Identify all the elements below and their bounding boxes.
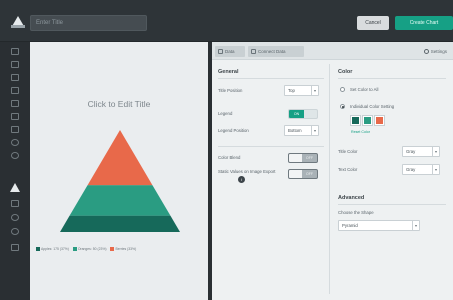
- line-chart-icon[interactable]: [11, 87, 19, 94]
- reset-color-link[interactable]: Reset Color: [351, 130, 370, 134]
- title-position-select[interactable]: Top ▾: [284, 85, 319, 96]
- color-divider: [338, 78, 446, 79]
- area-chart-icon[interactable]: [11, 100, 19, 107]
- chevron-down-icon: ▾: [311, 126, 318, 135]
- settings-panel: Data Connect Data Settings General Title…: [212, 42, 453, 300]
- legend-item: Berries (33%): [110, 247, 136, 251]
- top-bar: Enter Title Cancel Create Chart: [0, 0, 453, 42]
- pyramid-segment-oranges[interactable]: [69, 185, 171, 216]
- set-color-all-radio[interactable]: [340, 87, 345, 92]
- bubble-icon[interactable]: [11, 126, 19, 133]
- chevron-down-icon: ▾: [432, 165, 439, 174]
- chevron-down-icon: ▾: [432, 147, 439, 156]
- chart-type-rail: [0, 42, 30, 300]
- chart-canvas: Click to Edit Title Apples: 175 (37%) Or…: [30, 42, 208, 300]
- legend-item: Apples: 175 (37%): [36, 247, 69, 251]
- chart-title[interactable]: Click to Edit Title: [30, 99, 208, 109]
- legend-swatch: [36, 247, 40, 251]
- legend-label: Legend: [218, 111, 233, 116]
- data-icon: [218, 49, 223, 54]
- text-color-label: Text Color: [338, 167, 358, 172]
- title-color-label: Title Color: [338, 149, 358, 154]
- general-heading: General: [218, 69, 239, 75]
- text-color-select[interactable]: Gray ▾: [402, 164, 440, 175]
- individual-color-label: Individual Color Setting: [350, 104, 395, 109]
- cancel-button[interactable]: Cancel: [357, 16, 389, 30]
- shape-select[interactable]: Pyramid ▾: [338, 220, 420, 231]
- color-swatch-2[interactable]: [363, 116, 372, 125]
- legend-toggle[interactable]: ON: [288, 109, 318, 119]
- app-logo-icon: [11, 16, 25, 28]
- bar-chart-icon[interactable]: [11, 48, 19, 55]
- general-divider: [218, 78, 324, 79]
- legend-position-label: Legend Position: [218, 128, 249, 133]
- legend-swatch: [110, 247, 115, 251]
- chevron-down-icon: ▾: [311, 86, 318, 95]
- column-divider: [329, 64, 330, 294]
- create-chart-button[interactable]: Create Chart: [395, 16, 453, 30]
- donut-chart-icon[interactable]: [11, 152, 19, 159]
- column-chart-icon[interactable]: [11, 61, 19, 68]
- chevron-down-icon: ▾: [412, 221, 419, 230]
- advanced-divider: [338, 204, 446, 205]
- general-divider-2: [218, 146, 324, 147]
- color-swatch-3[interactable]: [375, 116, 384, 125]
- legend-swatch: [72, 247, 77, 251]
- shape-label: Choose the Shape: [338, 210, 374, 215]
- color-swatch-1[interactable]: [351, 116, 360, 125]
- pyramid-chart-icon[interactable]: [10, 183, 20, 192]
- color-blend-label: Color Blend: [218, 155, 241, 160]
- tab-connect-data[interactable]: Connect Data: [248, 46, 304, 57]
- set-color-all-label: Set Color to All: [350, 87, 379, 92]
- legend-position-select[interactable]: Bottom ▾: [284, 125, 319, 136]
- tab-data[interactable]: Data: [215, 46, 245, 57]
- funnel-chart-icon[interactable]: [11, 200, 19, 207]
- panel-tab-bar: Data Connect Data Settings: [212, 42, 453, 60]
- pyramid-segment-berries[interactable]: [87, 130, 153, 186]
- gear-icon: [423, 49, 429, 54]
- color-heading: Color: [338, 69, 353, 75]
- legend-item: Oranges: 50 (23%): [72, 247, 107, 251]
- static-values-label: Static Values on Image Export: [218, 169, 276, 174]
- static-values-toggle[interactable]: OFF: [288, 169, 318, 179]
- table-icon[interactable]: [11, 244, 19, 251]
- title-color-select[interactable]: Gray ▾: [402, 146, 440, 157]
- settings-link[interactable]: Settings: [423, 46, 447, 57]
- scatter-icon[interactable]: [11, 113, 19, 120]
- pyramid-chart[interactable]: [60, 130, 180, 232]
- individual-color-radio[interactable]: [340, 104, 345, 109]
- pie-chart-icon[interactable]: [11, 139, 19, 146]
- color-blend-toggle[interactable]: OFF: [288, 153, 318, 163]
- title-position-label: Title Position: [218, 88, 243, 93]
- chart-title-input[interactable]: Enter Title: [30, 15, 147, 31]
- info-icon[interactable]: i: [238, 176, 245, 183]
- advanced-heading: Advanced: [338, 195, 365, 201]
- radar-chart-icon[interactable]: [11, 228, 19, 235]
- pyramid-segment-apples[interactable]: [60, 215, 180, 232]
- gauge-icon[interactable]: [11, 214, 19, 221]
- stacked-chart-icon[interactable]: [11, 74, 19, 81]
- chart-legend: Apples: 175 (37%) Oranges: 50 (23%) Berr…: [36, 247, 206, 257]
- link-icon: [251, 49, 256, 54]
